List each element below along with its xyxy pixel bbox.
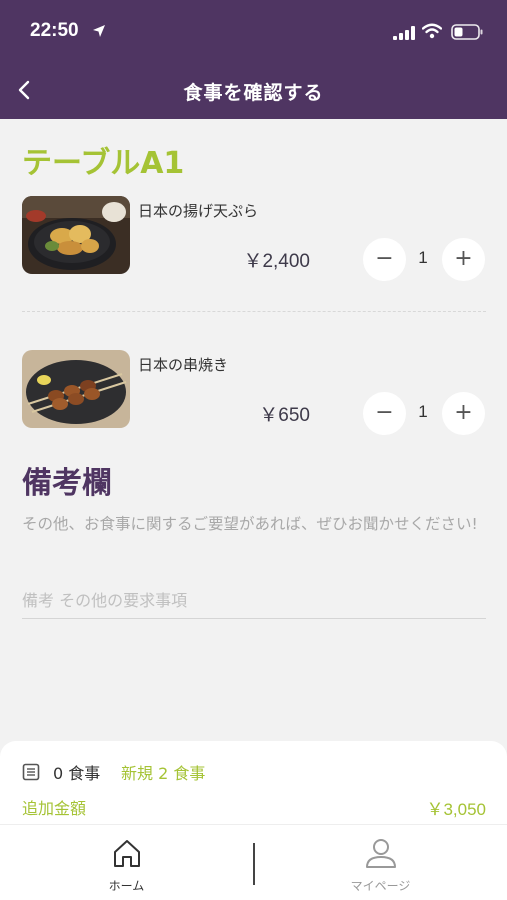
item-name: 日本の揚げ天ぷら	[138, 202, 259, 220]
table-name: テーブルA1	[22, 146, 185, 181]
cellular-signal-icon	[393, 26, 415, 40]
person-icon	[365, 839, 396, 868]
item-name: 日本の串焼き	[138, 356, 229, 374]
tempura-photo	[22, 196, 130, 274]
decrease-quantity-button[interactable]: −	[363, 392, 406, 435]
ordered-count: 0 食事	[53, 764, 101, 783]
increase-quantity-button[interactable]: +	[442, 392, 485, 435]
tab-mypage[interactable]: マイページ	[254, 825, 507, 900]
remarks-input[interactable]	[22, 583, 486, 619]
page-title: 食事を確認する	[183, 82, 324, 104]
new-items-count: 新規 2 食事	[121, 764, 206, 783]
wifi-icon	[422, 23, 442, 39]
decrease-quantity-button[interactable]: −	[363, 238, 406, 281]
tab-home[interactable]: ホーム	[0, 825, 253, 900]
remarks-hint: その他、お食事に関するご要望があれば、ぜひお聞かせください!	[22, 515, 478, 533]
tab-mypage-label: マイページ	[350, 879, 411, 893]
additional-amount-label: 追加金額	[22, 799, 87, 818]
order-item: 日本の揚げ天ぷら ￥2,400 − 1 +	[0, 194, 507, 294]
item-quantity: 1	[418, 248, 428, 267]
order-item: 日本の串焼き ￥650 − 1 +	[0, 348, 507, 448]
nav-bar: 食事を確認する	[0, 62, 507, 119]
remarks-title: 備考欄	[22, 466, 112, 501]
item-divider	[22, 311, 486, 312]
location-arrow-icon	[93, 25, 105, 37]
item-quantity: 1	[418, 402, 428, 421]
item-price: ￥650	[259, 405, 310, 426]
increase-quantity-button[interactable]: +	[442, 238, 485, 281]
status-time: 22:50	[30, 20, 79, 41]
additional-amount-value: ￥3,050	[426, 800, 486, 819]
battery-icon	[451, 24, 483, 40]
home-icon	[113, 840, 140, 867]
item-price: ￥2,400	[243, 251, 310, 272]
status-bar: 22:50	[0, 0, 507, 62]
tab-home-label: ホーム	[108, 879, 145, 893]
tab-bar: ホーム マイページ	[0, 824, 507, 900]
yakitori-photo	[22, 350, 130, 428]
list-icon	[22, 763, 40, 781]
